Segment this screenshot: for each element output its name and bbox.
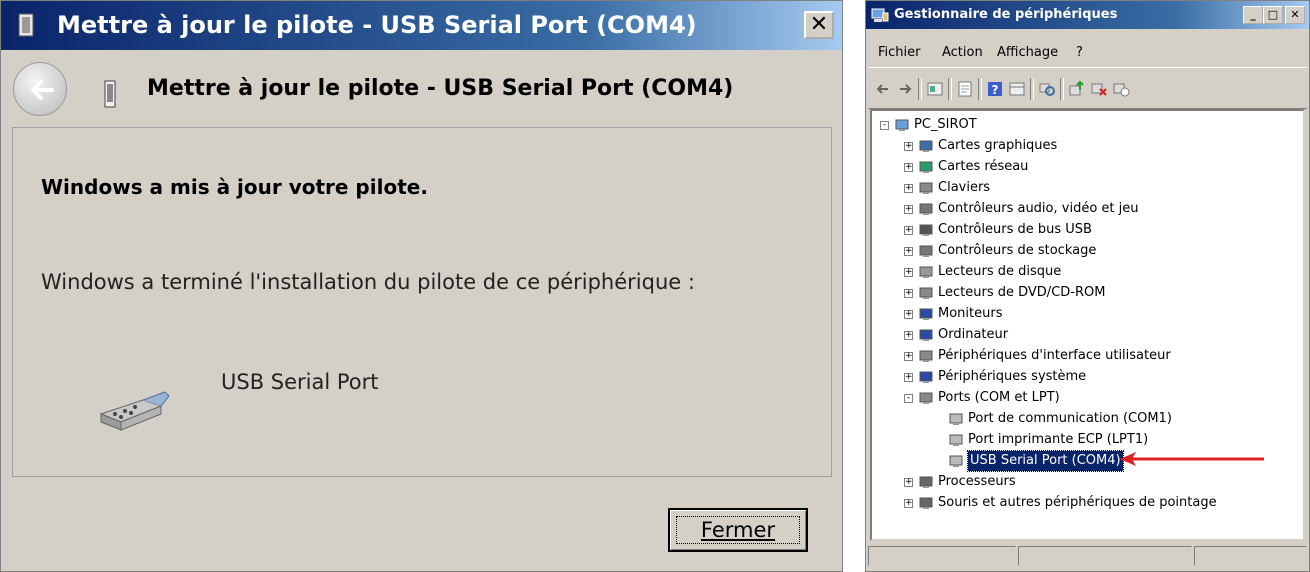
minimize-icon[interactable]: _: [1243, 6, 1263, 24]
uninstall-icon[interactable]: [1090, 80, 1108, 98]
tree-node-label: Processeurs: [938, 474, 1016, 489]
update-driver-dialog: Mettre à jour le pilote - USB Serial Por…: [0, 0, 843, 572]
device-manager-icon: [871, 8, 889, 22]
tree-node-label: Contrôleurs de stockage: [938, 243, 1097, 258]
expand-icon[interactable]: +: [904, 268, 913, 277]
tree-node-label: USB Serial Port (COM4): [967, 450, 1124, 472]
tree-node-label: Port de communication (COM1): [968, 411, 1172, 426]
dialog-content: Windows a mis à jour votre pilote. Windo…: [12, 127, 832, 477]
maximize-icon[interactable]: □: [1263, 6, 1283, 24]
device-category-icon: [919, 392, 933, 404]
dialog-titlebar[interactable]: Mettre à jour le pilote - USB Serial Por…: [1, 1, 842, 50]
update-driver-icon[interactable]: [1068, 80, 1086, 98]
menu-bar: Fichier Action Affichage ?: [866, 41, 1309, 63]
tree-node-label: Ordinateur: [938, 327, 1009, 342]
tree-node-label: Périphériques système: [938, 369, 1087, 384]
device-category-icon: [919, 350, 933, 362]
tree-node-label: Lecteurs de DVD/CD-ROM: [938, 285, 1106, 300]
tree-node-label: Cartes graphiques: [938, 138, 1058, 153]
tree-node-label: Souris et autres périphériques de pointa…: [938, 495, 1217, 510]
port-icon: [949, 455, 963, 467]
devmgr-title: Gestionnaire de périphériques: [894, 7, 1118, 22]
toolbar: ?: [868, 67, 1307, 109]
device-category-icon: [919, 203, 933, 215]
device-category-icon: [919, 371, 933, 383]
device-category-icon: [919, 161, 933, 173]
properties-icon[interactable]: [956, 80, 974, 98]
dialog-title: Mettre à jour le pilote - USB Serial Por…: [57, 11, 697, 39]
disable-icon[interactable]: [1112, 80, 1130, 98]
device-category-icon: [919, 224, 933, 236]
expand-icon[interactable]: +: [904, 373, 913, 382]
collapse-icon[interactable]: -: [880, 121, 889, 130]
install-message: Windows a terminé l'installation du pilo…: [41, 270, 695, 294]
device-category-icon: [919, 497, 933, 509]
expand-icon[interactable]: +: [904, 310, 913, 319]
tree-node-label: Claviers: [938, 180, 991, 195]
tree-node-label: Port imprimante ECP (LPT1): [968, 432, 1149, 447]
dialog-nav: Mettre à jour le pilote - USB Serial Por…: [1, 50, 842, 127]
tree-node-label: Moniteurs: [938, 306, 1003, 321]
expand-icon[interactable]: +: [904, 289, 913, 298]
port-icon: [949, 413, 963, 425]
scan-icon[interactable]: [1038, 80, 1056, 98]
usb-device-icon: [18, 13, 34, 37]
expand-icon[interactable]: +: [904, 184, 913, 193]
device-manager-window: Gestionnaire de périphériques _ □ ✕ Fich…: [865, 0, 1310, 572]
expand-icon[interactable]: +: [904, 478, 913, 487]
device-category-icon: [919, 476, 933, 488]
svg-text:?: ?: [992, 83, 999, 97]
computer-icon: [895, 119, 909, 131]
forward-icon[interactable]: [896, 80, 914, 98]
expand-icon[interactable]: +: [904, 352, 913, 361]
tree-node-label: Périphériques d'interface utilisateur: [938, 348, 1171, 363]
expand-icon[interactable]: +: [904, 331, 913, 340]
menu-fichier[interactable]: Fichier: [878, 45, 921, 60]
devmgr-titlebar[interactable]: Gestionnaire de périphériques _ □ ✕: [866, 1, 1309, 29]
device-category-icon: [919, 308, 933, 320]
menu-affichage[interactable]: Affichage: [997, 45, 1058, 60]
device-category-icon: [919, 182, 933, 194]
menu-action[interactable]: Action: [942, 45, 983, 60]
red-arrow-annotation: [1120, 452, 1264, 466]
expand-icon[interactable]: +: [904, 142, 913, 151]
tree-node-label: Contrôleurs audio, vidéo et jeu: [938, 201, 1139, 216]
expand-icon[interactable]: +: [904, 499, 913, 508]
serial-port-icon: [99, 391, 170, 431]
tree-node-label: Ports (COM et LPT): [938, 390, 1060, 405]
device-name: USB Serial Port: [221, 370, 379, 394]
tree-node-label: Contrôleurs de bus USB: [938, 222, 1092, 237]
expand-icon[interactable]: +: [904, 163, 913, 172]
port-icon: [949, 434, 963, 446]
device-category-icon: [919, 140, 933, 152]
close-button-label: Fermer: [700, 518, 776, 542]
usb-device-icon: [104, 80, 116, 108]
device-category-icon: [919, 329, 933, 341]
device-category-icon: [919, 266, 933, 278]
collapse-icon[interactable]: -: [904, 394, 913, 403]
expand-icon[interactable]: +: [904, 205, 913, 214]
close-icon[interactable]: ✕: [1285, 6, 1305, 24]
device-category-icon: [919, 245, 933, 257]
back-button[interactable]: [13, 62, 67, 116]
close-button[interactable]: Fermer: [668, 508, 808, 552]
back-arrow-icon: [31, 80, 54, 100]
tree-node-label: Lecteurs de disque: [938, 264, 1062, 279]
status-bar: [868, 546, 1307, 568]
menu-help[interactable]: ?: [1076, 45, 1083, 60]
close-icon[interactable]: ✕: [804, 11, 834, 39]
tree-node-label: PC_SIROT: [914, 117, 977, 132]
show-hide-icon[interactable]: [926, 80, 944, 98]
page-heading: Mettre à jour le pilote - USB Serial Por…: [147, 76, 734, 101]
device-tree[interactable]: - PC_SIROT + Cartes graphiques + Cartes résea…: [870, 109, 1305, 541]
back-icon[interactable]: [874, 80, 892, 98]
device-category-icon: [919, 287, 933, 299]
expand-icon[interactable]: +: [904, 226, 913, 235]
tree-node-label: Cartes réseau: [938, 159, 1029, 174]
expand-icon[interactable]: +: [904, 247, 913, 256]
view-icon[interactable]: [1008, 80, 1026, 98]
help-icon[interactable]: ?: [986, 80, 1004, 98]
success-message: Windows a mis à jour votre pilote.: [41, 175, 428, 199]
